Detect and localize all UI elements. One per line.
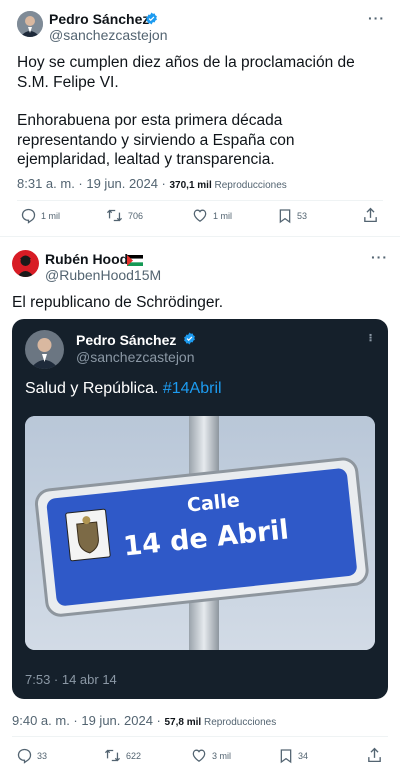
tweet2-meta: 9:40 a. m. · 19 jun. 2024 · 57,8 mil Rep… — [12, 713, 276, 728]
tweet2-views-label: Reproducciones — [201, 717, 277, 728]
tweet1-text-line: Hoy se cumplen diez años de la proclamac… — [17, 54, 355, 71]
tweet2-views: 57,8 mil — [164, 717, 202, 728]
tweet1-text-line: S.M. Felipe VI. — [17, 73, 119, 91]
tweet1-avatar[interactable] — [17, 11, 43, 37]
share-icon — [366, 746, 383, 764]
retweet-count: 706 — [128, 210, 144, 221]
reply-button[interactable]: 1 mil — [20, 207, 60, 224]
bookmark-icon — [277, 207, 293, 225]
tweet1-views: 370,1 mil — [169, 180, 212, 191]
tweet1-text-line: representando y sirviendo a España con — [17, 131, 295, 149]
bookmark-button[interactable]: 53 — [277, 207, 307, 225]
like-count: 3 mil — [212, 750, 232, 761]
retweet-button[interactable]: 706 — [105, 207, 143, 224]
quoted-author-handle: @sanchezcastejon — [76, 349, 195, 365]
reply-count: 33 — [37, 750, 48, 761]
tweet1-text-line: ejemplaridad, lealtad y transparencia. — [17, 151, 275, 168]
tweet2-avatar[interactable] — [12, 250, 39, 277]
share-icon — [362, 206, 379, 224]
quoted-timestamp: 7:53 · 14 abr 14 — [25, 672, 117, 687]
reply-icon — [16, 747, 33, 764]
reply-count: 1 mil — [41, 210, 61, 221]
tweet1-meta: 8:31 a. m. · 19 jun. 2024 · 370,1 mil Re… — [17, 176, 287, 191]
tweet1-author-name[interactable]: Pedro Sánchez — [49, 11, 149, 27]
more-icon: ··· — [363, 333, 379, 341]
divider — [12, 736, 388, 737]
tweet2-author-name[interactable]: Rubén Hood — [45, 251, 128, 267]
tweet-separator — [0, 236, 400, 237]
quoted-text-body: Salud y República. — [25, 380, 163, 397]
quoted-photo[interactable]: Calle 14 de Abril — [25, 416, 375, 650]
quoted-avatar — [25, 330, 64, 369]
bookmark-count: 53 — [297, 211, 308, 221]
like-icon — [190, 747, 208, 764]
tweet2-timestamp[interactable]: 9:40 a. m. · 19 jun. 2024 · — [12, 713, 164, 728]
more-icon[interactable]: ··· — [368, 10, 385, 26]
like-count: 1 mil — [213, 210, 233, 221]
retweet-button[interactable]: 622 — [103, 747, 141, 764]
retweet-icon — [105, 207, 124, 224]
quoted-text: Salud y República. #14Abril — [25, 380, 222, 398]
like-button[interactable]: 3 mil — [190, 747, 231, 764]
retweet-icon — [103, 747, 122, 764]
quoted-hashtag[interactable]: #14Abril — [163, 380, 222, 397]
bookmark-button[interactable]: 34 — [278, 747, 308, 765]
tweet2-text: El republicano de Schrödinger. — [12, 294, 224, 311]
verified-icon — [183, 332, 196, 350]
tweet1-text: Hoy se cumplen diez años de la proclamac… — [17, 53, 392, 170]
share-button[interactable] — [362, 206, 379, 224]
tweet2-author-handle[interactable]: @RubenHood15M — [45, 267, 161, 283]
retweet-count: 622 — [126, 750, 142, 761]
quoted-tweet[interactable]: Pedro Sánchez @sanchezcastejon ··· Salud… — [12, 319, 388, 699]
like-button[interactable]: 1 mil — [191, 207, 232, 224]
divider — [17, 200, 383, 201]
reply-icon — [20, 207, 37, 224]
tweet1-timestamp[interactable]: 8:31 a. m. · 19 jun. 2024 · — [17, 176, 169, 191]
like-icon — [191, 207, 209, 224]
tweet1-text-line: Enhorabuena por esta primera década — [17, 112, 283, 129]
bookmark-count: 34 — [298, 751, 309, 761]
reply-button[interactable]: 33 — [16, 747, 47, 764]
bookmark-icon — [278, 747, 294, 765]
tweet1-views-label: Reproducciones — [211, 180, 287, 191]
more-icon[interactable]: ··· — [371, 249, 388, 265]
tweet1-author-handle[interactable]: @sanchezcastejon — [49, 27, 168, 43]
share-button[interactable] — [366, 746, 383, 764]
quoted-author-name: Pedro Sánchez — [76, 332, 177, 348]
